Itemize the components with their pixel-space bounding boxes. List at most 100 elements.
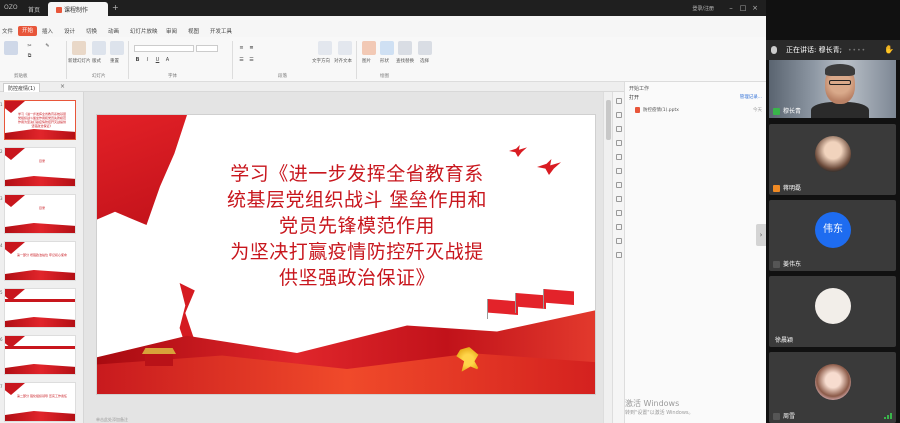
- slide-thumbnail[interactable]: [4, 335, 76, 375]
- shape-icon[interactable]: [380, 41, 394, 55]
- align-text-icon[interactable]: [338, 41, 352, 55]
- side-tool-icon[interactable]: [616, 210, 622, 216]
- text-direction-button[interactable]: 文字方向: [312, 58, 330, 64]
- vertical-scrollbar[interactable]: [603, 92, 612, 423]
- find-replace-icon[interactable]: [398, 41, 412, 55]
- slide-thumbnail[interactable]: 目录: [4, 194, 76, 234]
- reset-button[interactable]: 重置: [110, 58, 119, 64]
- font-name-select[interactable]: [134, 45, 194, 52]
- scrollbar-thumb[interactable]: [606, 100, 611, 140]
- align-center-icon[interactable]: ☰: [248, 57, 255, 64]
- menu-design[interactable]: 设计: [64, 27, 75, 35]
- close-document-icon[interactable]: ×: [60, 83, 65, 90]
- side-tool-icon[interactable]: [616, 196, 622, 202]
- tab-home[interactable]: 首页: [20, 2, 48, 16]
- slide-title[interactable]: 学习《进一步发挥全省教育系 统基层党组织战斗 堡垒作用和 党员先锋模范作用 为坚…: [197, 161, 517, 291]
- minimize-icon[interactable]: –: [726, 3, 736, 13]
- side-tool-icon[interactable]: [616, 154, 622, 160]
- new-tab-plus-icon[interactable]: +: [112, 3, 119, 12]
- align-left-icon[interactable]: ☰: [238, 57, 245, 64]
- participant-video-tile[interactable]: 穆长青: [769, 60, 896, 118]
- slide-thumbnail[interactable]: 目录: [4, 147, 76, 187]
- manage-records-link[interactable]: 管理记录...: [740, 94, 762, 100]
- side-tool-icon[interactable]: [616, 168, 622, 174]
- menu-file[interactable]: 文件: [2, 27, 13, 35]
- select-button[interactable]: 选择: [420, 58, 429, 64]
- side-tool-icon[interactable]: [616, 182, 622, 188]
- reset-icon[interactable]: [110, 41, 124, 55]
- italic-icon[interactable]: I: [144, 57, 151, 64]
- layout-button[interactable]: 版式: [92, 58, 101, 64]
- participant-tile[interactable]: 徐晨颖: [769, 276, 896, 347]
- slide-thumbnail[interactable]: [4, 288, 76, 328]
- participant-tile[interactable]: 伟东 姜伟东: [769, 200, 896, 271]
- menu-animation[interactable]: 动画: [108, 27, 119, 35]
- slide-title-line: 供坚强政治保证》: [278, 267, 435, 289]
- collapse-panel-chevron-icon[interactable]: ›: [756, 224, 766, 246]
- thumbnail-wave-graphic: [5, 176, 75, 186]
- find-replace-button[interactable]: 查找替换: [396, 58, 414, 64]
- text-direction-icon[interactable]: [318, 41, 332, 55]
- notes-placeholder[interactable]: 单击此处添加备注: [96, 417, 128, 423]
- speaker-body: [811, 102, 869, 118]
- menu-developer[interactable]: 开发工具: [210, 27, 232, 35]
- layout-icon[interactable]: [92, 41, 106, 55]
- bold-icon[interactable]: B: [134, 57, 141, 64]
- font-color-icon[interactable]: A: [164, 57, 171, 64]
- open-label[interactable]: 打开: [629, 94, 639, 101]
- menu-view[interactable]: 视图: [188, 27, 199, 35]
- align-text-button[interactable]: 对齐文本: [334, 58, 352, 64]
- task-pane-header: 开始工作: [629, 86, 650, 92]
- copy-icon[interactable]: ⧉: [26, 53, 33, 60]
- menu-insert[interactable]: 插入: [42, 27, 53, 35]
- menu-review[interactable]: 审阅: [166, 27, 177, 35]
- new-slide-button[interactable]: 新建幻灯片: [68, 58, 91, 64]
- side-tool-icon[interactable]: [616, 126, 622, 132]
- side-tool-icon[interactable]: [616, 224, 622, 230]
- paste-icon[interactable]: [4, 41, 18, 55]
- tab-document[interactable]: 课程制作: [48, 2, 108, 16]
- cut-icon[interactable]: ✂: [26, 43, 33, 50]
- shape-button[interactable]: 形状: [380, 58, 389, 64]
- ribbon-separator: [232, 41, 233, 79]
- slide-thumbnail-panel[interactable]: 1 学习《进一步发挥全省教育系统基层党组织战斗堡垒作用和党员先锋模范作用为坚决打赢…: [0, 92, 84, 423]
- numbering-icon[interactable]: ≣: [248, 45, 255, 52]
- format-painter-icon[interactable]: ✎: [44, 43, 51, 50]
- login-link[interactable]: 登录/注册: [692, 5, 714, 12]
- underline-icon[interactable]: U: [154, 57, 161, 64]
- side-tool-icon[interactable]: [616, 238, 622, 244]
- thumbnail-text: 目录: [38, 159, 45, 163]
- ribbon-group-slides: 幻灯片: [92, 74, 106, 79]
- bullets-icon[interactable]: ≡: [238, 45, 245, 52]
- side-toolbar: [612, 92, 624, 423]
- menu-slideshow[interactable]: 幻灯片放映: [130, 27, 158, 35]
- picture-button[interactable]: 图片: [362, 58, 371, 64]
- font-size-select[interactable]: [196, 45, 218, 52]
- select-cursor-icon[interactable]: [418, 41, 432, 55]
- picture-icon[interactable]: [362, 41, 376, 55]
- current-slide[interactable]: 学习《进一步发挥全省教育系 统基层党组织战斗 堡垒作用和 党员先锋模范作用 为坚…: [96, 114, 596, 395]
- raise-hand-icon[interactable]: ✋: [884, 45, 894, 54]
- side-tool-icon[interactable]: [616, 252, 622, 258]
- menu-home[interactable]: 开始: [18, 26, 38, 36]
- recent-file-link[interactable]: 防控疫情(1).pptx: [643, 107, 679, 113]
- side-tool-icon[interactable]: [616, 140, 622, 146]
- maximize-icon[interactable]: □: [738, 3, 748, 13]
- slide-thumbnail[interactable]: 学习《进一步发挥全省教育系统基层党组织战斗堡垒作用和党员先锋模范作用为坚决打赢疫…: [4, 100, 76, 140]
- close-icon[interactable]: ×: [750, 3, 760, 13]
- more-dots-icon[interactable]: ••••: [848, 47, 866, 54]
- title-bar: OZO 首页 课程制作 + 登录/注册 – □ ×: [0, 0, 766, 16]
- slide-thumbnail[interactable]: 第二部分 强化组织领导 压实工作责任: [4, 382, 76, 422]
- slide-editing-area[interactable]: 学习《进一步发挥全省教育系 统基层党组织战斗 堡垒作用和 党员先锋模范作用 为坚…: [84, 92, 612, 423]
- ribbon-separator: [66, 41, 67, 79]
- new-slide-icon[interactable]: [72, 41, 86, 55]
- ppt-file-icon: [56, 7, 62, 13]
- participant-tile[interactable]: 周雪: [769, 352, 896, 423]
- tiananmen-graphic: [142, 348, 176, 370]
- participant-avatar: 伟东: [815, 212, 851, 248]
- slide-thumbnail[interactable]: 第一部分 增强政治站位 牢记初心使命: [4, 241, 76, 281]
- side-tool-icon[interactable]: [616, 112, 622, 118]
- menu-transition[interactable]: 切换: [86, 27, 97, 35]
- participant-tile[interactable]: 蒋明磊: [769, 124, 896, 195]
- side-tool-icon[interactable]: [616, 98, 622, 104]
